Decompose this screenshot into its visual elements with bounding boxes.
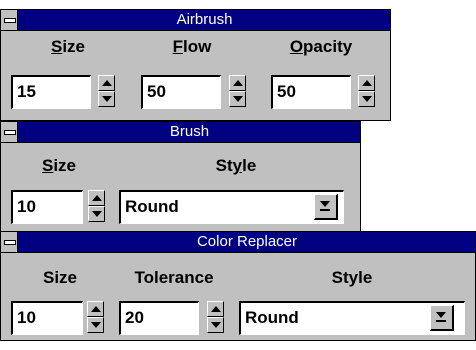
style-label: Style — [215, 156, 257, 175]
size-spinner[interactable] — [98, 75, 115, 107]
up-arrow-icon[interactable] — [98, 75, 115, 91]
system-menu-icon[interactable] — [1, 10, 18, 30]
airbrush-window: Airbrush Size Flow Opacity 15 50 50 — [0, 9, 391, 121]
tolerance-spinner[interactable] — [207, 301, 224, 333]
opacity-label: Opacity — [289, 37, 353, 56]
color-replacer-window: Color Replacer Size Tolerance Style 10 2… — [0, 231, 476, 341]
size-label: Size — [50, 37, 86, 56]
size-label-text: ize — [62, 37, 86, 56]
size-label: Size — [42, 268, 78, 287]
down-arrow-icon[interactable] — [87, 317, 104, 333]
up-arrow-icon[interactable] — [207, 301, 224, 317]
airbrush-titlebar[interactable]: Airbrush — [1, 10, 390, 31]
tolerance-label: Tolerance — [134, 268, 214, 287]
window-title: Brush — [169, 123, 210, 140]
style-label-text: le — [242, 156, 257, 175]
brush-titlebar[interactable]: Brush — [1, 122, 360, 143]
size-label-text: ize — [53, 156, 77, 175]
down-arrow-icon[interactable] — [229, 91, 246, 107]
style-select[interactable]: Round — [119, 190, 344, 224]
size-spinner[interactable] — [88, 190, 105, 222]
down-arrow-icon[interactable] — [207, 317, 224, 333]
system-menu-icon[interactable] — [1, 122, 18, 142]
style-label: Style — [331, 268, 373, 287]
size-field[interactable]: 10 — [11, 190, 83, 224]
color-replacer-titlebar[interactable]: Color Replacer — [1, 232, 475, 253]
up-arrow-icon[interactable] — [358, 75, 375, 91]
tolerance-field[interactable]: 20 — [119, 301, 199, 335]
down-arrow-icon[interactable] — [358, 91, 375, 107]
flow-label-text: low — [183, 37, 212, 56]
size-spinner[interactable] — [87, 301, 104, 333]
dropdown-arrow-icon[interactable] — [314, 194, 338, 220]
up-arrow-icon[interactable] — [88, 190, 105, 206]
size-field[interactable]: 15 — [11, 75, 91, 109]
down-arrow-icon[interactable] — [88, 206, 105, 222]
down-arrow-icon[interactable] — [98, 91, 115, 107]
opacity-label-text: pacity — [303, 37, 353, 56]
brush-window: Brush Size Style 10 Round — [0, 121, 361, 232]
flow-field[interactable]: 50 — [141, 75, 221, 109]
opacity-spinner[interactable] — [358, 75, 375, 107]
system-menu-icon[interactable] — [1, 232, 18, 252]
window-title: Color Replacer — [196, 233, 298, 250]
opacity-field[interactable]: 50 — [271, 75, 351, 109]
flow-spinner[interactable] — [229, 75, 246, 107]
window-title: Airbrush — [176, 11, 233, 28]
size-label: Size — [41, 156, 77, 175]
size-field[interactable]: 10 — [11, 301, 83, 335]
up-arrow-icon[interactable] — [229, 75, 246, 91]
flow-label: Flow — [172, 37, 212, 56]
dropdown-arrow-icon[interactable] — [430, 305, 454, 331]
up-arrow-icon[interactable] — [87, 301, 104, 317]
